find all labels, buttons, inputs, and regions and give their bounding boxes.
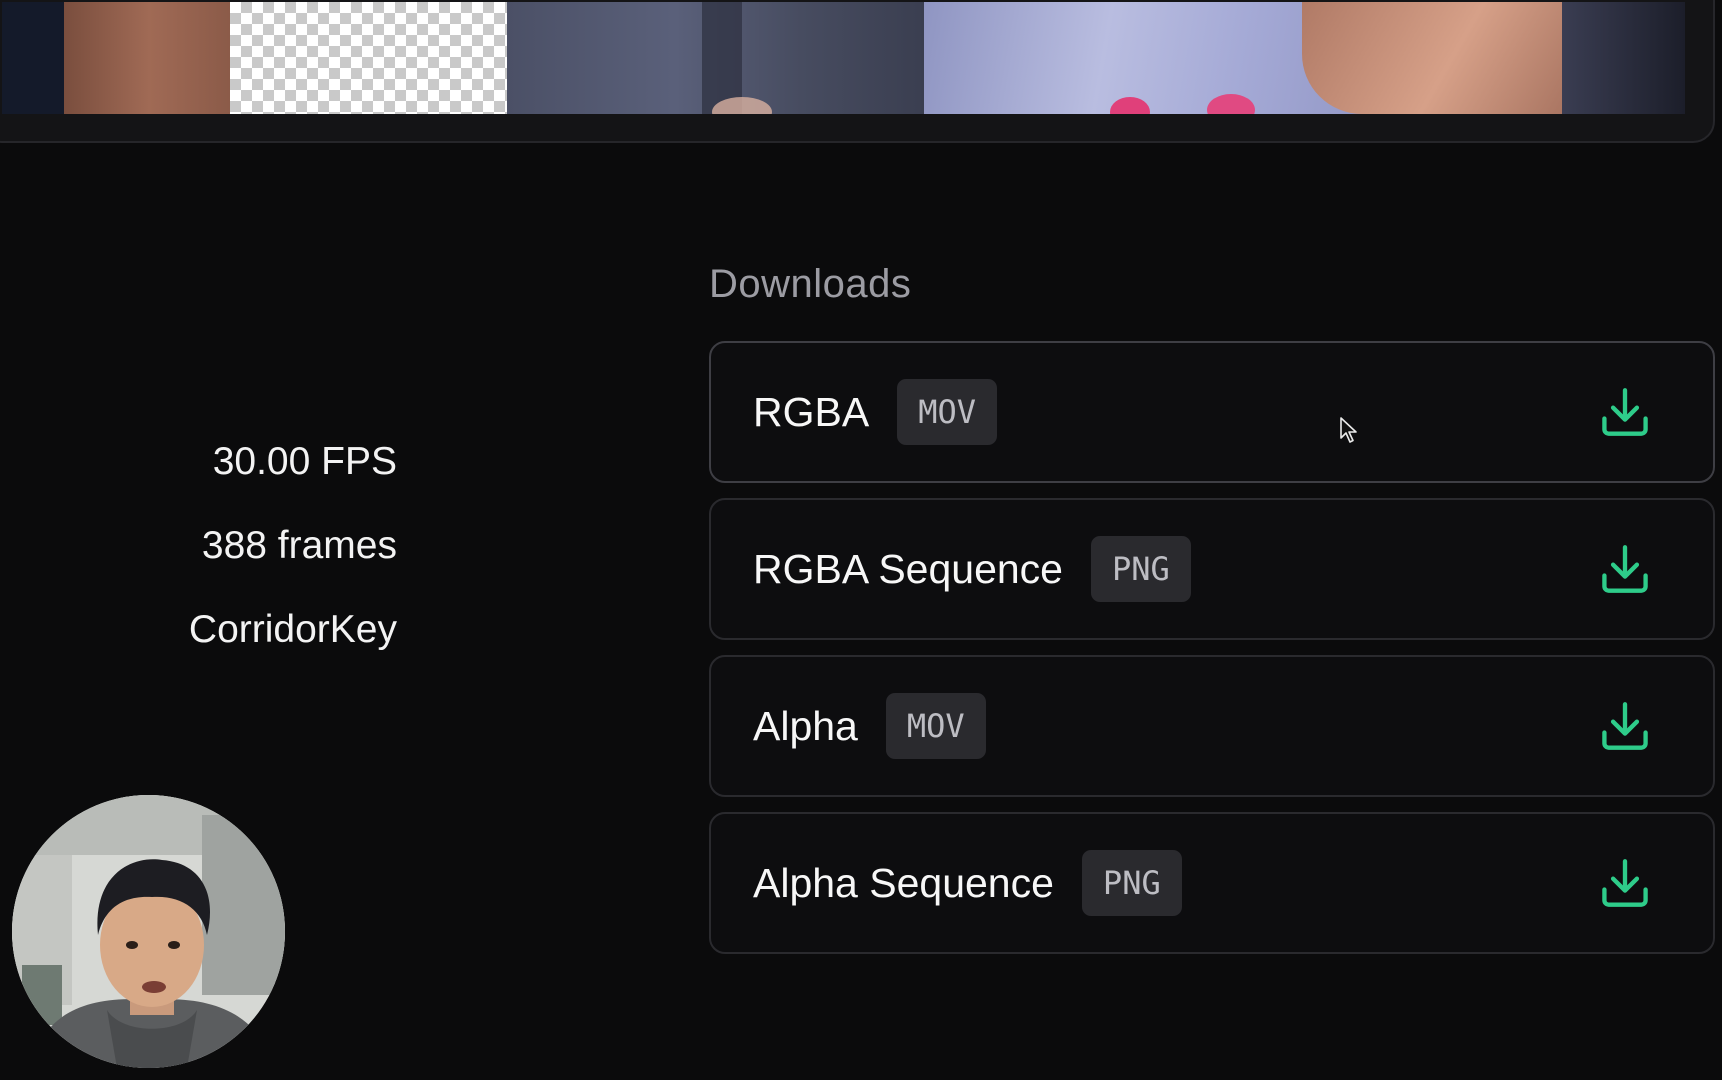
download-item-label: Alpha Sequence (753, 859, 1054, 906)
page: 30.00 FPS 388 frames CorridorKey Downloa… (0, 0, 1722, 1080)
download-icon[interactable] (1599, 857, 1651, 909)
download-alpha-mov[interactable]: Alpha MOV (709, 655, 1715, 797)
download-item-label: RGBA (753, 388, 870, 435)
format-badge: PNG (1081, 850, 1182, 916)
fps-value: 30.00 FPS (212, 440, 397, 483)
download-rgba-mov[interactable]: RGBA MOV (709, 341, 1715, 483)
webcam-overlay (12, 795, 285, 1068)
clip-info: 30.00 FPS 388 frames CorridorKey (189, 442, 397, 694)
format-badge: MOV (885, 693, 986, 759)
format-badge: PNG (1090, 536, 1191, 602)
download-rgba-sequence-png[interactable]: RGBA Sequence PNG (709, 498, 1715, 640)
transparency-checkerboard (230, 2, 530, 114)
download-icon[interactable] (1599, 700, 1651, 752)
model-name: CorridorKey (188, 608, 397, 651)
download-icon[interactable] (1599, 543, 1651, 595)
download-alpha-sequence-png[interactable]: Alpha Sequence PNG (709, 812, 1715, 954)
video-preview[interactable] (2, 2, 1685, 114)
format-badge: MOV (897, 379, 997, 445)
frame-count: 388 frames (201, 524, 397, 567)
video-preview-panel (0, 0, 1715, 143)
downloads-heading: Downloads (709, 262, 912, 306)
download-item-label: Alpha (753, 702, 858, 749)
download-item-label: RGBA Sequence (753, 545, 1063, 592)
download-icon[interactable] (1599, 386, 1651, 438)
